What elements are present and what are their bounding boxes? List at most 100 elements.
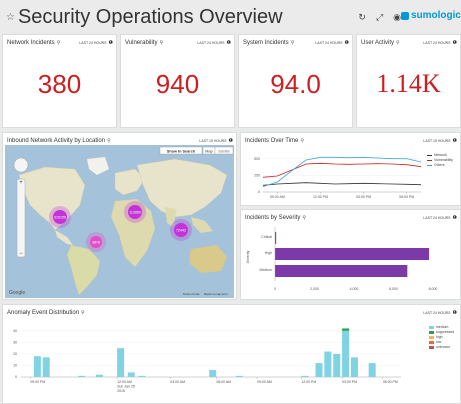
incidents-by-severity-panel[interactable]: Incidents by Severity ⚲ LAST 24 HOURS ❶ … — [240, 209, 461, 300]
x-tick-label: 09:00 PM — [30, 380, 45, 384]
time-range: LAST 24 HOURS — [79, 41, 107, 45]
x-tick-label: 12:00 PM — [301, 380, 316, 384]
time-range: LAST 15 HOURS — [423, 139, 451, 143]
anomaly-event-distribution-panel[interactable]: Anomaly Event Distribution ⚲ LAST 24 HOU… — [2, 304, 461, 404]
search-icon[interactable]: ⚲ — [396, 40, 400, 46]
x-tick-label: 06:00 AM — [216, 380, 231, 384]
time-range: LAST 24 HOURS — [423, 41, 451, 45]
severity-bar — [275, 265, 408, 277]
panel-title: Vulnerability — [125, 40, 158, 46]
cluster-label: 113860 — [129, 211, 141, 215]
logo-mark-icon — [400, 11, 409, 20]
x-tick-label: 03:00 AM — [170, 380, 185, 384]
x-tick-label: 09:00 AM — [270, 195, 285, 199]
logo: sumologic — [400, 10, 461, 21]
metric-value: 940 — [155, 69, 200, 99]
search-icon[interactable]: ⚲ — [159, 40, 163, 46]
legend-item: Network — [427, 153, 453, 157]
search-icon[interactable]: ⚲ — [300, 138, 304, 144]
anomaly-bar-medium — [301, 375, 309, 377]
anomaly-bar-medium — [333, 353, 341, 377]
anomaly-chart: 40 30 20 10 0 09:00 PM 12:00 AM 03:00 AM 06:00 A… — [13, 328, 401, 393]
vulnerability-panel[interactable]: Vulnerability ⚲ LAST 24 HOURS ❶ 940 — [120, 34, 235, 128]
x-tick-label: 03:00 PM — [342, 380, 357, 384]
x-tick-label: 06:00 PM — [399, 195, 414, 199]
satellite-type-button: Satellite — [218, 149, 230, 153]
report-map-error-link: Report a map error — [204, 292, 228, 296]
anomaly-bar-medium — [33, 356, 41, 377]
y-tick-label: 40 — [13, 329, 17, 333]
series-line-network — [262, 182, 422, 186]
x-date-label: 2015 — [117, 389, 125, 393]
y-tick-label: 250 — [254, 174, 260, 178]
anomaly-bar-suppressed — [342, 328, 350, 331]
page-title: Security Operations Overview — [17, 6, 283, 28]
world-map[interactable]: + − Show In Search Map Satellite 316156 … — [5, 145, 234, 298]
panel-title: Anomaly Event Distribution — [7, 310, 80, 316]
search-icon[interactable]: ⚲ — [291, 40, 295, 46]
time-range: LAST 24 HOURS — [197, 41, 225, 45]
metric-value: 1.14K — [376, 69, 441, 98]
x-date-label: Sun Jan 25 — [117, 385, 135, 389]
system-incidents-panel[interactable]: System Incidents ⚲ LAST 24 HOURS ❶ 94.0 — [238, 34, 353, 128]
info-icon[interactable]: ❶ — [109, 40, 113, 46]
y-tick-label: 0 — [258, 190, 260, 194]
x-tick-label: 0 — [274, 287, 276, 291]
anomaly-bar-medium — [117, 348, 125, 377]
legend: medium suppressed high low unknown — [429, 325, 454, 350]
y-tick-label: 0 — [15, 375, 17, 379]
x-tick-label: 8,000 — [429, 287, 438, 291]
anomaly-bar-medium — [368, 363, 376, 377]
broadcast-icon[interactable]: ◉ — [393, 12, 401, 23]
anomaly-bar-medium — [342, 330, 350, 377]
time-range: LAST 24 HOURS — [423, 311, 451, 315]
expand-icon[interactable]: ⤢ — [376, 12, 383, 23]
anomaly-bar-medium — [235, 375, 243, 377]
anomaly-bar-medium — [315, 363, 323, 377]
metric-value: 94.0 — [270, 69, 321, 99]
legend-item: high — [429, 335, 454, 339]
search-icon[interactable]: ⚲ — [81, 310, 85, 316]
map-type-button: Map — [205, 149, 212, 153]
y-tick-label: 10 — [13, 364, 17, 368]
search-icon[interactable]: ⚲ — [57, 40, 61, 46]
category-label: High — [265, 251, 272, 255]
x-tick-label: 09:00 AM — [257, 380, 272, 384]
anomaly-bar-medium — [324, 351, 332, 377]
cluster-label: 72442 — [176, 229, 186, 233]
x-tick-label: 12:00 AM — [117, 380, 132, 384]
incidents-over-time-panel[interactable]: Incidents Over Time ⚲ LAST 15 HOURS ❶ 50… — [240, 132, 461, 206]
x-tick-label: 12:00 PM — [313, 195, 328, 199]
anomaly-bar-medium — [209, 370, 217, 377]
panel-title: System Incidents — [243, 40, 289, 46]
user-activity-panel[interactable]: User Activity ⚲ LAST 24 HOURS ❶ 1.14K — [356, 34, 461, 128]
show-in-search-button: Show In Search — [167, 149, 196, 153]
inbound-network-map-panel[interactable]: Inbound Network Activity by Location ⚲ L… — [2, 132, 237, 300]
time-range: LAST 15 HOURS — [199, 139, 227, 143]
legend-item: Vulnerability — [427, 158, 453, 162]
x-tick-label: 06:00 PM — [383, 380, 398, 384]
severity-chart: Severity Critical High Medium 0 2,000 4,000 6,0… — [246, 227, 438, 291]
search-icon[interactable]: ⚲ — [302, 215, 306, 221]
legend-item: medium — [429, 325, 454, 329]
info-icon[interactable]: ❶ — [453, 310, 457, 316]
panel-title: Inbound Network Activity by Location — [7, 138, 106, 144]
svg-text:−: − — [19, 251, 23, 257]
y-axis-label: Severity — [246, 250, 250, 263]
info-icon[interactable]: ❶ — [453, 138, 457, 144]
network-incidents-panel[interactable]: Network Incidents ⚲ LAST 24 HOURS ❶ 380 — [2, 34, 117, 128]
legend-item: Others — [427, 163, 453, 167]
y-tick-label: 30 — [13, 341, 17, 345]
info-icon[interactable]: ❶ — [453, 40, 457, 46]
refresh-icon[interactable]: ↻ — [358, 12, 366, 23]
search-icon[interactable]: ⚲ — [107, 138, 111, 144]
info-icon[interactable]: ❶ — [453, 215, 457, 221]
info-icon[interactable]: ❶ — [229, 138, 233, 144]
favorite-star-icon[interactable]: ☆ — [6, 12, 15, 23]
cluster-label: 316156 — [54, 216, 66, 220]
severity-bar — [275, 248, 430, 260]
info-icon[interactable]: ❶ — [227, 40, 231, 46]
info-icon[interactable]: ❶ — [345, 40, 349, 46]
legend-item: low — [429, 340, 454, 344]
x-tick-label: 03:00 PM — [356, 195, 371, 199]
